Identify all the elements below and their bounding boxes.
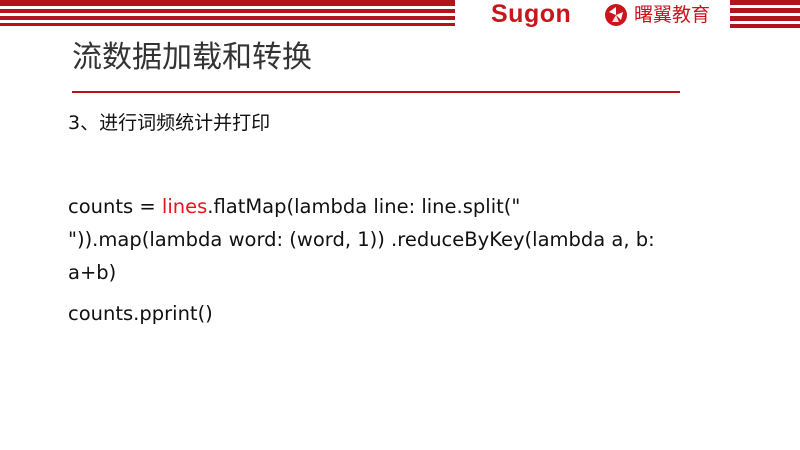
ruiyi-logo-icon: [605, 4, 627, 26]
code-line-1: counts = lines.flatMap(lambda line: line…: [68, 190, 748, 223]
sugon-logo: Sugon: [491, 0, 572, 28]
ruiyi-logo: 曙翼教育: [604, 2, 710, 28]
code-line-4: counts.pprint(): [68, 302, 213, 325]
header-stripe: [0, 23, 455, 26]
header-stripe-right: [730, 0, 800, 28]
code-line-2: ")).map(lambda word: (word, 1)) .reduceB…: [68, 228, 655, 251]
ruiyi-logo-text: 曙翼教育: [634, 4, 711, 26]
code-line-3: a+b): [68, 261, 117, 284]
slide-subheading: 3、进行词频统计并打印: [68, 112, 271, 134]
header-stripe: [0, 16, 455, 20]
slide-title: 流数据加载和转换: [72, 40, 312, 75]
code-text: counts =: [68, 195, 162, 218]
code-block: counts = lines.flatMap(lambda line: line…: [68, 190, 748, 330]
code-highlight: lines: [161, 195, 208, 218]
header-stripe: [0, 0, 455, 6]
header-stripe: [0, 9, 455, 13]
code-text: .flatMap(lambda line: line.split(": [207, 195, 521, 218]
title-divider: [72, 91, 680, 93]
header-bar: Sugon 曙翼教育: [0, 0, 800, 28]
